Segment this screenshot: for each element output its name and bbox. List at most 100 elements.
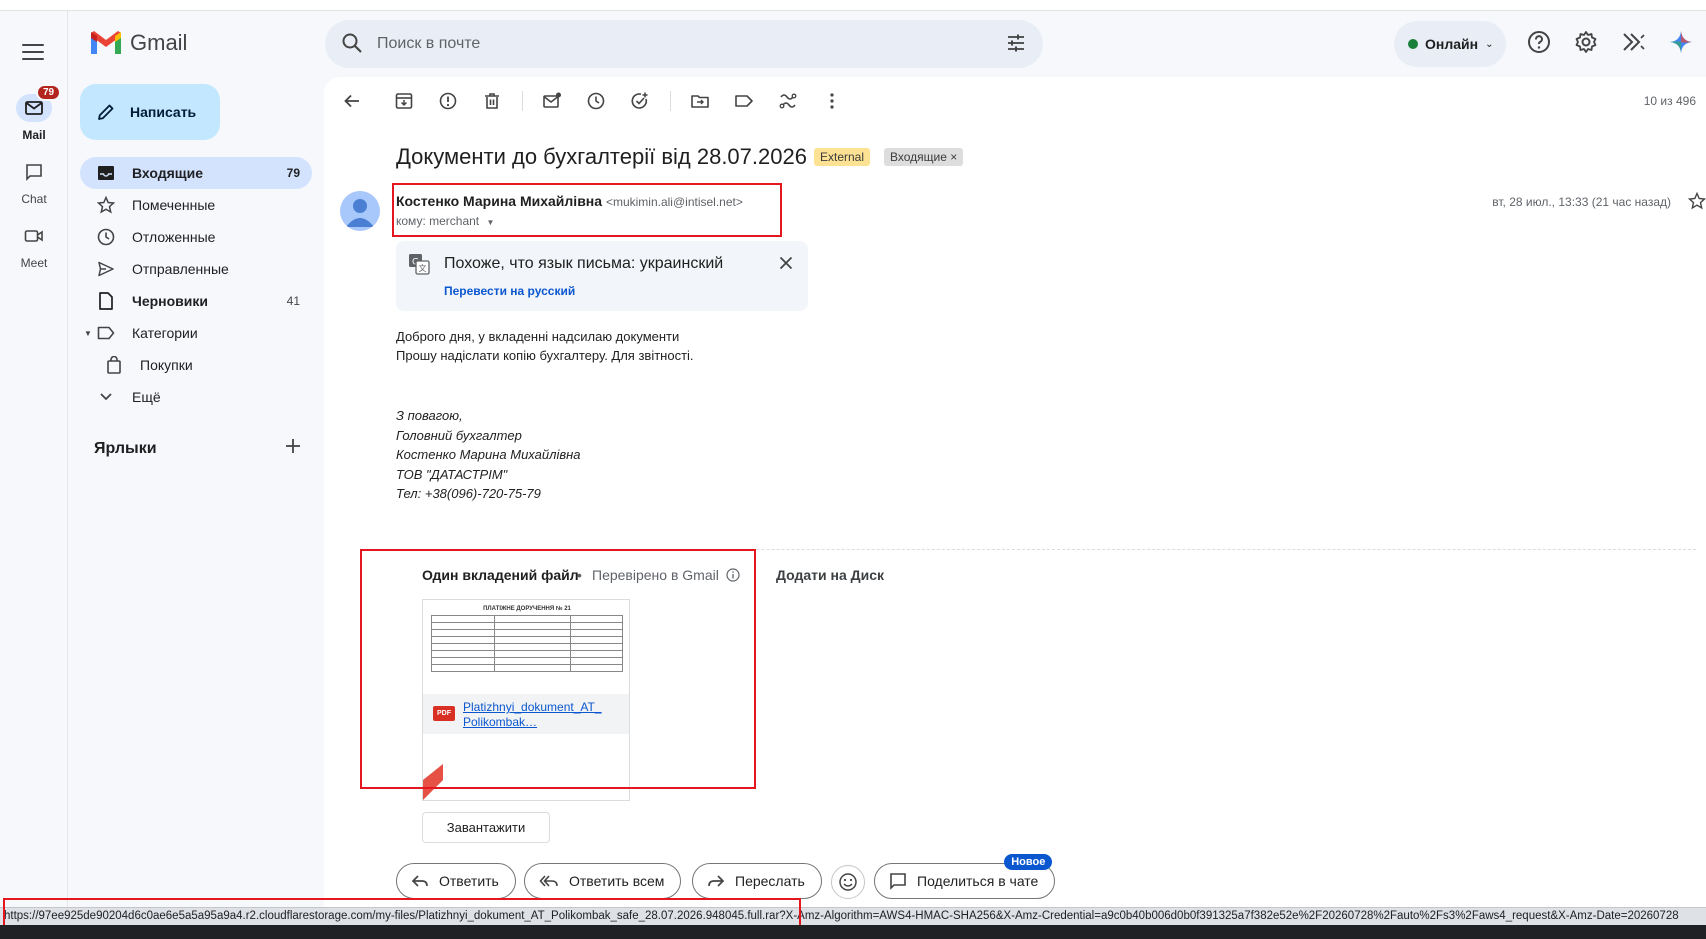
sidebar-item-label: Входящие [132, 165, 203, 181]
report-spam-icon[interactable] [438, 91, 458, 111]
online-dot-icon [1408, 39, 1418, 49]
forward-label: Переслать [735, 873, 805, 889]
star-message-icon[interactable] [1688, 192, 1706, 210]
status-selector[interactable]: Онлайн ⌄ [1394, 21, 1506, 67]
rail-meet[interactable]: Meet [0, 222, 68, 270]
forward-button[interactable]: Переслать [692, 863, 822, 899]
svg-text:文: 文 [419, 263, 427, 273]
back-arrow-icon[interactable] [342, 91, 362, 111]
video-camera-icon [24, 230, 43, 242]
reply-all-button[interactable]: Ответить всем [524, 863, 682, 899]
compose-button[interactable]: Написать [80, 84, 220, 140]
search-bar[interactable] [325, 20, 1043, 68]
help-icon[interactable] [1527, 30, 1551, 54]
sidebar-item-starred[interactable]: Помеченные [80, 189, 312, 221]
gemini-sparkle-icon[interactable] [1669, 30, 1693, 54]
inbox-count: 79 [286, 166, 300, 180]
new-feature-badge: Новое [1004, 854, 1053, 870]
label-icon [97, 326, 115, 340]
body-line: Прошу надіслати копію бухгалтеру. Для зв… [396, 348, 694, 363]
email-body: Доброго дня, у вкладенні надсилаю докуме… [396, 327, 694, 365]
send-icon [98, 261, 114, 277]
archive-icon[interactable] [394, 91, 414, 111]
highlight-box-attachment [360, 549, 756, 789]
rail-chat[interactable]: Chat [0, 158, 68, 206]
mark-unread-icon[interactable] [542, 91, 562, 111]
snooze-clock-icon[interactable] [586, 91, 606, 111]
filter-messages-icon[interactable] [778, 91, 798, 111]
reply-all-icon [539, 875, 558, 887]
sidebar-item-drafts[interactable]: Черновики 41 [80, 285, 312, 317]
taskbar-strip [0, 925, 1706, 939]
caret-down-icon[interactable]: ▼ [84, 329, 92, 338]
sidebar-item-snoozed[interactable]: Отложенные [80, 221, 312, 253]
forward-icon [708, 875, 725, 887]
toolbar-divider [670, 91, 671, 111]
more-vertical-icon[interactable] [822, 91, 842, 111]
sidebar-item-label: Категории [132, 325, 198, 341]
sidebar-item-inbox[interactable]: Входящие 79 [80, 157, 312, 189]
shopping-bag-icon [107, 356, 121, 374]
signature-line: ТОВ "ДАТАСТРІМ" [396, 466, 508, 482]
search-options-icon[interactable] [1005, 32, 1027, 54]
app-rail: 79 Mail Chat Meet [0, 11, 68, 939]
compose-label: Написать [130, 104, 197, 120]
chat-bubble-icon [890, 873, 906, 890]
chevron-down-icon [100, 393, 112, 401]
close-icon[interactable] [778, 255, 794, 271]
translate-icon: G文 [409, 254, 430, 275]
sidebar-item-sent[interactable]: Отправленные [80, 253, 312, 285]
rail-mail[interactable]: 79 Mail [0, 84, 68, 142]
inbox-label-chip[interactable]: Входящие × [884, 148, 964, 166]
emoji-reaction-button[interactable] [831, 865, 865, 899]
rail-mail-label: Mail [22, 128, 46, 142]
chevron-down-icon: ⌄ [1485, 38, 1494, 50]
browser-top-edge [0, 0, 1706, 11]
search-icon[interactable] [341, 32, 363, 54]
email-signature: З повагою, Головний бухгалтер Костенко М… [396, 406, 581, 504]
toolbar-divider [522, 91, 523, 111]
avatar[interactable] [340, 191, 380, 231]
move-to-icon[interactable] [690, 91, 710, 111]
sidebar-item-categories[interactable]: ▼ Категории [80, 317, 312, 349]
signature-line: Костенко Марина Михайлівна [396, 447, 581, 462]
gmail-wordmark: Gmail [130, 30, 188, 55]
sidebar-item-label: Отложенные [132, 229, 216, 245]
settings-gear-icon[interactable] [1574, 30, 1598, 54]
gmail-m-icon [91, 31, 121, 54]
smiley-icon [839, 873, 857, 891]
translate-banner: G文 Похоже, что язык письма: украинский П… [396, 241, 808, 311]
sidebar-item-more[interactable]: Ещё [80, 381, 312, 413]
share-in-chat-button[interactable]: Поделиться в чате Новое [874, 854, 1056, 899]
rail-chat-label: Chat [21, 192, 47, 206]
person-icon [346, 199, 374, 227]
add-label-icon[interactable] [283, 436, 303, 456]
draft-icon [99, 292, 113, 310]
search-input[interactable] [377, 30, 957, 58]
gmail-logo[interactable]: Gmail [90, 30, 187, 56]
body-line: Доброго дня, у вкладенні надсилаю докуме… [396, 329, 680, 344]
labels-heading: Ярлыки [94, 440, 157, 457]
gemini-features-icon[interactable] [1621, 30, 1647, 54]
translate-message: Похоже, что язык письма: украинский [444, 255, 724, 272]
delete-icon[interactable] [482, 91, 502, 111]
status-label: Онлайн [1425, 36, 1479, 52]
mail-icon [25, 101, 43, 115]
reply-button[interactable]: Ответить [396, 863, 516, 899]
label-tag-icon[interactable] [734, 91, 754, 111]
reply-all-label: Ответить всем [569, 873, 665, 889]
translate-link[interactable]: Перевести на русский [444, 284, 575, 298]
download-button[interactable]: Завантажити [422, 812, 550, 843]
add-to-drive-button[interactable]: Додати на Диск [776, 567, 884, 583]
drafts-count: 41 [286, 294, 300, 308]
reply-label: Ответить [439, 873, 499, 889]
main-menu-icon[interactable] [22, 44, 44, 60]
signature-line: Головний бухгалтер [396, 427, 522, 443]
sidebar-item-label: Отправленные [132, 261, 229, 277]
add-task-icon[interactable] [630, 91, 650, 111]
sidebar-item-purchases[interactable]: Покупки [80, 349, 312, 381]
reply-icon [411, 875, 428, 887]
message-pager: 10 из 496 [1643, 94, 1696, 108]
sidebar-item-label: Помеченные [132, 197, 216, 213]
signature-line: З повагою, [396, 408, 463, 423]
